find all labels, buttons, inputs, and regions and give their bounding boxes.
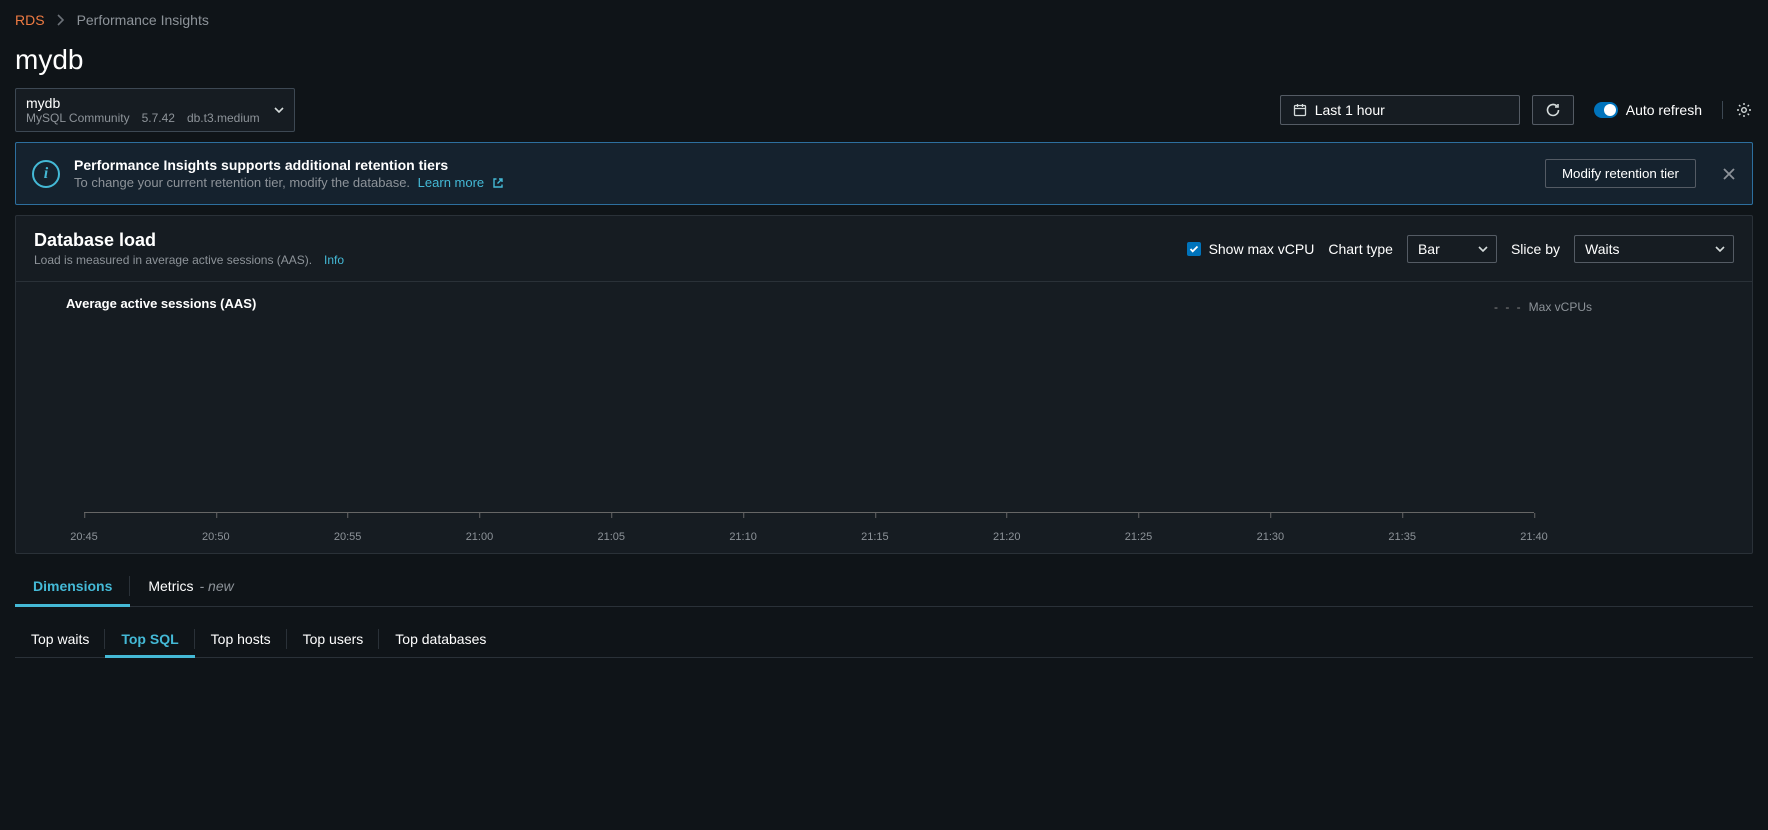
- close-banner-button[interactable]: [1722, 167, 1736, 181]
- learn-more-link[interactable]: Learn more: [418, 175, 504, 190]
- x-tick: 21:05: [598, 531, 626, 543]
- time-range-selector[interactable]: Last 1 hour: [1280, 95, 1520, 125]
- refresh-button[interactable]: [1532, 95, 1574, 125]
- chart-legend: - - - Max vCPUs: [1494, 300, 1592, 314]
- db-selector-engine: MySQL Community: [26, 111, 130, 125]
- banner-title: Performance Insights supports additional…: [74, 157, 1531, 173]
- info-icon: i: [32, 160, 60, 188]
- sub-tabs: Top waitsTop SQLTop hostsTop usersTop da…: [15, 621, 1753, 658]
- breadcrumb-current: Performance Insights: [77, 12, 209, 28]
- slice-by-label: Slice by: [1511, 241, 1560, 257]
- chevron-right-icon: [57, 14, 65, 26]
- subtab-top-waits[interactable]: Top waits: [15, 621, 105, 657]
- tab-new-badge: - new: [199, 578, 233, 594]
- subtab-top-databases[interactable]: Top databases: [379, 621, 502, 657]
- time-range-label: Last 1 hour: [1315, 102, 1385, 118]
- x-tick: 21:35: [1388, 531, 1416, 543]
- x-tick: 21:20: [993, 531, 1021, 543]
- card-subtitle: Load is measured in average active sessi…: [34, 253, 312, 267]
- gear-icon: [1735, 101, 1753, 119]
- modify-retention-button[interactable]: Modify retention tier: [1545, 159, 1696, 188]
- subtab-top-hosts[interactable]: Top hosts: [195, 621, 287, 657]
- db-selector-version: 5.7.42: [142, 111, 175, 125]
- x-tick: 20:50: [202, 531, 230, 543]
- x-tick: 21:00: [466, 531, 494, 543]
- banner-subtitle: To change your current retention tier, m…: [74, 175, 410, 190]
- dashed-line-icon: - - -: [1494, 300, 1523, 314]
- chart-type-value: Bar: [1418, 241, 1440, 257]
- x-tick: 21:15: [861, 531, 889, 543]
- db-selector-name: mydb: [26, 95, 260, 111]
- checkbox-checked-icon: [1187, 242, 1201, 256]
- x-tick: 21:30: [1257, 531, 1285, 543]
- tab-dimensions[interactable]: Dimensions: [15, 566, 130, 606]
- subtab-top-sql[interactable]: Top SQL: [105, 621, 194, 657]
- chart-type-label: Chart type: [1328, 241, 1393, 257]
- caret-down-icon: [1715, 246, 1725, 252]
- slice-by-select[interactable]: Waits: [1574, 235, 1734, 263]
- toggle-switch-icon: [1594, 102, 1618, 118]
- info-link[interactable]: Info: [324, 253, 344, 267]
- chart-series-title: Average active sessions (AAS): [66, 296, 1734, 311]
- tab-metrics[interactable]: Metrics - new: [130, 566, 251, 606]
- show-max-vcpu-checkbox[interactable]: Show max vCPU: [1187, 241, 1315, 257]
- database-selector[interactable]: mydb MySQL Community 5.7.42 db.t3.medium: [15, 88, 295, 132]
- settings-button[interactable]: [1735, 101, 1753, 119]
- x-tick: 20:45: [70, 531, 98, 543]
- card-title: Database load: [34, 230, 1187, 251]
- top-controls: mydb MySQL Community 5.7.42 db.t3.medium…: [0, 80, 1768, 142]
- show-max-vcpu-label: Show max vCPU: [1209, 241, 1315, 257]
- page-title: mydb: [0, 28, 1768, 80]
- calendar-icon: [1293, 103, 1307, 117]
- legend-max-vcpu: Max vCPUs: [1529, 300, 1592, 314]
- refresh-icon: [1545, 102, 1561, 118]
- retention-info-banner: i Performance Insights supports addition…: [15, 142, 1753, 205]
- tab-label: Dimensions: [33, 578, 112, 594]
- auto-refresh-label: Auto refresh: [1626, 102, 1702, 118]
- chart-area: Average active sessions (AAS) - - - Max …: [16, 282, 1752, 553]
- x-axis: [84, 512, 1534, 513]
- database-load-card: Database load Load is measured in averag…: [15, 215, 1753, 554]
- breadcrumb: RDS Performance Insights: [0, 0, 1768, 28]
- tab-label: Metrics: [148, 578, 193, 594]
- subtab-top-users[interactable]: Top users: [287, 621, 380, 657]
- x-tick: 21:25: [1125, 531, 1153, 543]
- x-tick: 21:40: [1520, 531, 1548, 543]
- slice-by-value: Waits: [1585, 241, 1619, 257]
- caret-down-icon: [1478, 246, 1488, 252]
- primary-tabs: Dimensions Metrics - new: [15, 554, 1753, 607]
- caret-down-icon: [274, 107, 284, 113]
- chart-type-select[interactable]: Bar: [1407, 235, 1497, 263]
- breadcrumb-root[interactable]: RDS: [15, 12, 45, 28]
- x-tick: 20:55: [334, 531, 362, 543]
- close-icon: [1722, 167, 1736, 181]
- external-link-icon: [492, 177, 504, 189]
- auto-refresh-toggle[interactable]: Auto refresh: [1586, 102, 1710, 118]
- x-tick: 21:10: [729, 531, 757, 543]
- chart-plot[interactable]: 20:4520:5020:5521:0021:0521:1021:1521:20…: [84, 321, 1534, 531]
- db-selector-instance: db.t3.medium: [187, 111, 260, 125]
